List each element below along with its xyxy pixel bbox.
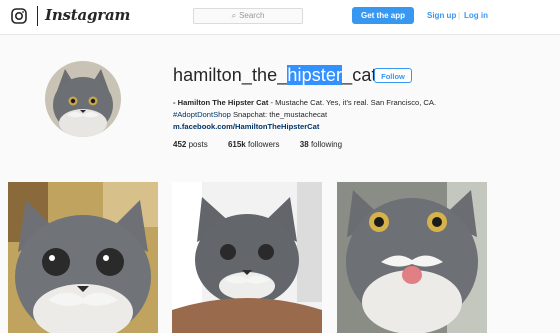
auth-links-separator: | <box>458 11 461 20</box>
profile-username: hamilton_the_hipster_cat <box>173 65 377 86</box>
profile-bio: - Hamilton The Hipster Cat - Mustache Ca… <box>173 97 483 133</box>
sign-up-link[interactable]: Sign up <box>427 11 456 20</box>
username-selected-text: hipster <box>287 65 343 85</box>
bio-website-link[interactable]: m.facebook.com/HamiltonTheHipsterCat <box>173 122 319 131</box>
log-in-link[interactable]: Log in <box>464 11 488 20</box>
username-part-3: _cat <box>342 65 377 85</box>
username-part-1: hamilton_the_ <box>173 65 288 85</box>
follow-button[interactable]: Follow <box>374 68 412 83</box>
search-input[interactable]: ⌕ Search <box>193 8 303 24</box>
bio-line-2: #AdoptDontShop Snapchat: the_mustachecat <box>173 109 483 121</box>
search-placeholder: Search <box>239 11 265 20</box>
instagram-camera-icon[interactable] <box>11 8 27 24</box>
followers-count[interactable]: 615k followers <box>228 140 280 149</box>
top-nav-bar: Instagram ⌕ Search Get the app Sign up | … <box>0 0 560 35</box>
profile-stats: 452 posts 615k followers 38 following <box>173 140 360 149</box>
instagram-wordmark[interactable]: Instagram <box>45 6 130 24</box>
bio-line-3: m.facebook.com/HamiltonTheHipsterCat <box>173 121 483 133</box>
post-thumbnail[interactable] <box>172 182 322 333</box>
post-thumbnail[interactable] <box>337 182 487 333</box>
posts-count: 452 posts <box>173 140 208 149</box>
post-thumbnail[interactable] <box>8 182 158 333</box>
get-the-app-button[interactable]: Get the app <box>352 7 414 24</box>
bio-full-name: Hamilton The Hipster Cat <box>177 98 269 107</box>
bio-description: - Mustache Cat. Yes, it's real. San Fran… <box>268 98 437 107</box>
bio-snapchat: Snapchat: the_mustachecat <box>230 110 328 119</box>
following-count[interactable]: 38 following <box>300 140 342 149</box>
search-icon: ⌕ <box>231 11 237 20</box>
bio-line-1: - Hamilton The Hipster Cat - Mustache Ca… <box>173 97 483 109</box>
logo-divider <box>37 6 38 26</box>
profile-avatar[interactable] <box>45 61 121 137</box>
bio-hashtag-link[interactable]: #AdoptDontShop <box>173 110 231 119</box>
